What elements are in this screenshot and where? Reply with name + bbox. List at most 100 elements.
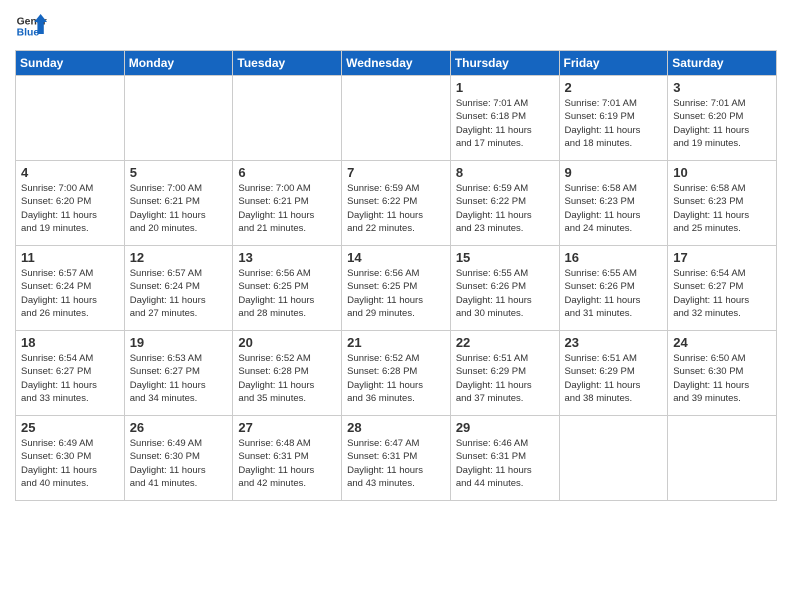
day-number: 2 [565,80,663,95]
day-cell: 19 Sunrise: 6:53 AMSunset: 6:27 PMDayligh… [124,331,233,416]
week-row-4: 18 Sunrise: 6:54 AMSunset: 6:27 PMDayligh… [16,331,777,416]
day-cell: 6 Sunrise: 7:00 AMSunset: 6:21 PMDaylight… [233,161,342,246]
day-number: 20 [238,335,336,350]
day-number: 23 [565,335,663,350]
page-header: General Blue [15,10,777,42]
day-number: 25 [21,420,119,435]
day-number: 29 [456,420,554,435]
day-number: 21 [347,335,445,350]
day-info: Sunrise: 7:00 AMSunset: 6:21 PMDaylight:… [238,182,336,235]
day-number: 9 [565,165,663,180]
day-number: 14 [347,250,445,265]
day-number: 3 [673,80,771,95]
week-row-3: 11 Sunrise: 6:57 AMSunset: 6:24 PMDayligh… [16,246,777,331]
column-header-saturday: Saturday [668,51,777,76]
day-number: 8 [456,165,554,180]
day-info: Sunrise: 7:01 AMSunset: 6:19 PMDaylight:… [565,97,663,150]
day-number: 7 [347,165,445,180]
day-cell: 22 Sunrise: 6:51 AMSunset: 6:29 PMDayligh… [450,331,559,416]
column-header-wednesday: Wednesday [342,51,451,76]
day-info: Sunrise: 6:46 AMSunset: 6:31 PMDaylight:… [456,437,554,490]
day-number: 6 [238,165,336,180]
day-cell: 26 Sunrise: 6:49 AMSunset: 6:30 PMDayligh… [124,416,233,501]
day-info: Sunrise: 6:51 AMSunset: 6:29 PMDaylight:… [565,352,663,405]
day-number: 19 [130,335,228,350]
day-number: 18 [21,335,119,350]
day-info: Sunrise: 6:52 AMSunset: 6:28 PMDaylight:… [238,352,336,405]
day-info: Sunrise: 6:59 AMSunset: 6:22 PMDaylight:… [347,182,445,235]
column-header-thursday: Thursday [450,51,559,76]
day-info: Sunrise: 6:48 AMSunset: 6:31 PMDaylight:… [238,437,336,490]
day-cell: 29 Sunrise: 6:46 AMSunset: 6:31 PMDayligh… [450,416,559,501]
day-number: 4 [21,165,119,180]
day-cell: 20 Sunrise: 6:52 AMSunset: 6:28 PMDayligh… [233,331,342,416]
day-number: 11 [21,250,119,265]
column-header-friday: Friday [559,51,668,76]
column-header-sunday: Sunday [16,51,125,76]
day-cell: 21 Sunrise: 6:52 AMSunset: 6:28 PMDayligh… [342,331,451,416]
day-cell: 24 Sunrise: 6:50 AMSunset: 6:30 PMDayligh… [668,331,777,416]
header-row: SundayMondayTuesdayWednesdayThursdayFrid… [16,51,777,76]
day-cell: 4Sunrise: 7:00 AMSunset: 6:20 PMDaylight… [16,161,125,246]
day-cell: 7 Sunrise: 6:59 AMSunset: 6:22 PMDaylight… [342,161,451,246]
svg-text:Blue: Blue [17,28,40,39]
week-row-5: 25 Sunrise: 6:49 AMSunset: 6:30 PMDayligh… [16,416,777,501]
day-cell: 9 Sunrise: 6:58 AMSunset: 6:23 PMDaylight… [559,161,668,246]
day-cell: 28 Sunrise: 6:47 AMSunset: 6:31 PMDayligh… [342,416,451,501]
day-cell: 3 Sunrise: 7:01 AMSunset: 6:20 PMDaylight… [668,76,777,161]
day-cell: 2 Sunrise: 7:01 AMSunset: 6:19 PMDaylight… [559,76,668,161]
day-info: Sunrise: 6:54 AMSunset: 6:27 PMDaylight:… [21,352,119,405]
day-cell: 16 Sunrise: 6:55 AMSunset: 6:26 PMDayligh… [559,246,668,331]
day-info: Sunrise: 7:01 AMSunset: 6:20 PMDaylight:… [673,97,771,150]
day-number: 1 [456,80,554,95]
day-cell: 11Sunrise: 6:57 AMSunset: 6:24 PMDayligh… [16,246,125,331]
week-row-2: 4Sunrise: 7:00 AMSunset: 6:20 PMDaylight… [16,161,777,246]
day-number: 17 [673,250,771,265]
day-cell [124,76,233,161]
day-info: Sunrise: 6:58 AMSunset: 6:23 PMDaylight:… [565,182,663,235]
day-number: 10 [673,165,771,180]
day-info: Sunrise: 6:56 AMSunset: 6:25 PMDaylight:… [347,267,445,320]
day-info: Sunrise: 7:01 AMSunset: 6:18 PMDaylight:… [456,97,554,150]
day-info: Sunrise: 6:55 AMSunset: 6:26 PMDaylight:… [565,267,663,320]
logo: General Blue [15,10,47,42]
day-number: 28 [347,420,445,435]
day-info: Sunrise: 6:57 AMSunset: 6:24 PMDaylight:… [130,267,228,320]
day-info: Sunrise: 6:50 AMSunset: 6:30 PMDaylight:… [673,352,771,405]
day-number: 26 [130,420,228,435]
day-cell: 23 Sunrise: 6:51 AMSunset: 6:29 PMDayligh… [559,331,668,416]
day-info: Sunrise: 7:00 AMSunset: 6:21 PMDaylight:… [130,182,228,235]
day-cell [16,76,125,161]
day-info: Sunrise: 6:49 AMSunset: 6:30 PMDaylight:… [130,437,228,490]
week-row-1: 1 Sunrise: 7:01 AMSunset: 6:18 PMDaylight… [16,76,777,161]
day-cell: 1 Sunrise: 7:01 AMSunset: 6:18 PMDaylight… [450,76,559,161]
day-number: 22 [456,335,554,350]
day-cell: 12 Sunrise: 6:57 AMSunset: 6:24 PMDayligh… [124,246,233,331]
day-info: Sunrise: 6:55 AMSunset: 6:26 PMDaylight:… [456,267,554,320]
day-cell: 27 Sunrise: 6:48 AMSunset: 6:31 PMDayligh… [233,416,342,501]
day-cell: 13Sunrise: 6:56 AMSunset: 6:25 PMDayligh… [233,246,342,331]
day-number: 5 [130,165,228,180]
day-info: Sunrise: 6:47 AMSunset: 6:31 PMDaylight:… [347,437,445,490]
column-header-tuesday: Tuesday [233,51,342,76]
day-info: Sunrise: 6:54 AMSunset: 6:27 PMDaylight:… [673,267,771,320]
logo-icon: General Blue [15,10,47,42]
calendar-table: SundayMondayTuesdayWednesdayThursdayFrid… [15,50,777,501]
day-info: Sunrise: 6:53 AMSunset: 6:27 PMDaylight:… [130,352,228,405]
day-cell [668,416,777,501]
day-info: Sunrise: 6:58 AMSunset: 6:23 PMDaylight:… [673,182,771,235]
day-cell: 5 Sunrise: 7:00 AMSunset: 6:21 PMDaylight… [124,161,233,246]
day-number: 24 [673,335,771,350]
day-number: 16 [565,250,663,265]
day-number: 27 [238,420,336,435]
day-cell: 25Sunrise: 6:49 AMSunset: 6:30 PMDayligh… [16,416,125,501]
day-info: Sunrise: 6:52 AMSunset: 6:28 PMDaylight:… [347,352,445,405]
day-cell [342,76,451,161]
day-info: Sunrise: 6:51 AMSunset: 6:29 PMDaylight:… [456,352,554,405]
day-cell [233,76,342,161]
day-cell [559,416,668,501]
day-info: Sunrise: 6:59 AMSunset: 6:22 PMDaylight:… [456,182,554,235]
day-number: 12 [130,250,228,265]
day-info: Sunrise: 6:56 AMSunset: 6:25 PMDaylight:… [238,267,336,320]
day-cell: 18 Sunrise: 6:54 AMSunset: 6:27 PMDayligh… [16,331,125,416]
